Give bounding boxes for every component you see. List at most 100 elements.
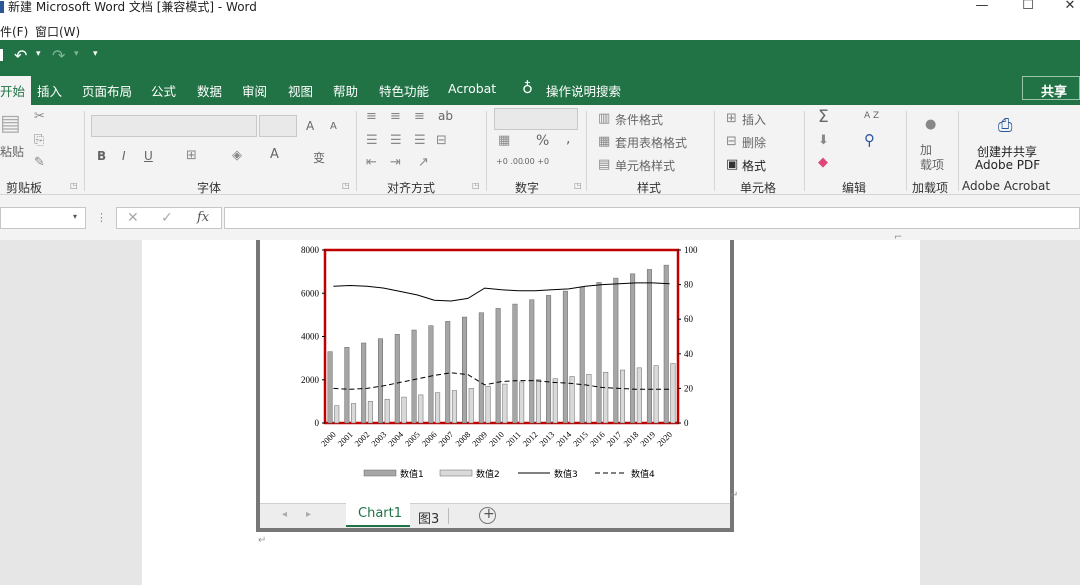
tell-me-search[interactable]: 操作说明搜索 <box>546 81 621 100</box>
minimize-button[interactable]: — <box>972 0 992 14</box>
tab-formulas[interactable]: 公式 <box>151 81 176 100</box>
tab-home[interactable]: 开始 <box>0 76 32 105</box>
shrink-font-button[interactable]: A <box>330 121 337 132</box>
tab-divider <box>448 508 449 524</box>
wrap-text-button[interactable]: ab <box>438 109 453 123</box>
clear-icon[interactable]: ◆ <box>818 155 828 170</box>
format-painter-icon[interactable]: ✎ <box>34 155 45 170</box>
conditional-format-button[interactable]: 条件格式 <box>615 111 663 128</box>
format-cells-button[interactable]: 格式 <box>742 157 766 174</box>
accounting-format-icon[interactable]: ▦ <box>498 133 510 148</box>
left-axis-tick-label: 4000 <box>301 332 320 342</box>
paste-label[interactable]: 粘贴 <box>0 143 24 160</box>
grow-font-button[interactable]: A <box>306 119 314 133</box>
sheet-nav-next-icon[interactable]: ▸ <box>306 509 311 520</box>
percent-button[interactable]: % <box>536 133 549 149</box>
tab-insert[interactable]: 插入 <box>37 81 62 100</box>
tab-special-features[interactable]: 特色功能 <box>379 81 429 100</box>
pdf-share-icon[interactable]: ⎙ <box>998 115 1012 136</box>
sheet-nav-prev-icon[interactable]: ◂ <box>282 509 287 520</box>
align-top-icon[interactable]: ≡ <box>366 109 377 124</box>
find-select-icon[interactable]: ⚲ <box>864 131 875 149</box>
align-middle-icon[interactable]: ≡ <box>390 109 401 124</box>
save-icon[interactable] <box>0 49 3 61</box>
bar-数值1 <box>663 264 669 424</box>
decrease-indent-icon[interactable]: ⇤ <box>366 155 377 170</box>
tab-help[interactable]: 帮助 <box>333 81 358 100</box>
number-launcher-icon[interactable]: ◳ <box>574 181 582 190</box>
tab-review[interactable]: 审阅 <box>242 81 267 100</box>
insert-cells-button[interactable]: 插入 <box>742 111 766 128</box>
paste-icon[interactable]: ▤ <box>0 111 21 136</box>
addins-button[interactable]: 加 载项 <box>920 143 944 173</box>
embedded-chart-object[interactable]: 0 2000 4000 6000 8000 0 20 40 60 80 100 2000 2001 200… <box>256 240 734 532</box>
formula-buttons: ✕ ✓ fx <box>116 207 222 229</box>
tab-view[interactable]: 视图 <box>288 81 313 100</box>
clipboard-launcher-icon[interactable]: ◳ <box>70 181 78 190</box>
align-left-icon[interactable]: ☰ <box>366 133 378 148</box>
x-tick-label: 2020 <box>655 429 674 448</box>
underline-button[interactable]: U <box>144 149 153 163</box>
fill-icon[interactable]: ⬇ <box>818 133 829 148</box>
cancel-icon[interactable]: ✕ <box>127 210 139 226</box>
sort-filter-button[interactable]: A Z <box>864 111 879 121</box>
sheet-tab-chart1[interactable]: Chart1 <box>346 503 410 527</box>
menu-item-file[interactable]: 件(F) <box>0 23 28 40</box>
font-launcher-icon[interactable]: ◳ <box>342 181 350 190</box>
number-format-select[interactable] <box>494 108 578 130</box>
addins-icon[interactable]: ● <box>925 117 936 132</box>
orientation-icon[interactable]: ↗ <box>418 155 429 170</box>
share-button[interactable]: 共享 <box>1022 76 1080 100</box>
add-sheet-button[interactable]: + <box>479 506 496 524</box>
menu-item-window[interactable]: 窗口(W) <box>35 23 80 40</box>
maximize-button[interactable]: ☐ <box>1018 0 1038 14</box>
create-pdf-line2[interactable]: Adobe PDF <box>975 158 1040 172</box>
autosum-button[interactable]: Σ <box>818 107 829 127</box>
customize-qat-icon[interactable]: ▾ <box>93 49 98 59</box>
bar-数值1 <box>478 312 484 424</box>
redo-dropdown-icon[interactable]: ▾ <box>74 49 79 59</box>
enter-icon[interactable]: ✓ <box>161 210 173 226</box>
group-separator <box>714 111 715 191</box>
insert-function-icon[interactable]: fx <box>197 210 209 225</box>
decrease-decimal-button[interactable]: .00 +0 <box>522 157 549 166</box>
bar-数值1 <box>394 334 400 424</box>
bar-数值1 <box>411 329 417 424</box>
tab-acrobat[interactable]: Acrobat <box>448 81 496 96</box>
cut-icon[interactable]: ✂ <box>34 109 45 124</box>
bold-button[interactable]: B <box>97 149 106 163</box>
phonetic-button[interactable]: 变 <box>313 149 325 166</box>
tab-data[interactable]: 数据 <box>197 81 222 100</box>
cell-styles-button[interactable]: 单元格样式 <box>615 157 675 174</box>
name-box[interactable]: ▾ <box>0 207 86 229</box>
copy-icon[interactable]: ⎘ <box>34 133 44 148</box>
align-bottom-icon[interactable]: ≡ <box>414 109 425 124</box>
format-as-table-button[interactable]: 套用表格格式 <box>615 134 687 151</box>
font-size-select[interactable] <box>259 115 297 137</box>
close-button[interactable]: ✕ <box>1060 0 1080 14</box>
namebox-dropdown-icon[interactable]: ▾ <box>73 212 77 221</box>
redo-icon[interactable]: ↷ <box>52 46 65 65</box>
undo-icon[interactable]: ↶ <box>14 46 27 65</box>
undo-dropdown-icon[interactable]: ▾ <box>36 49 41 59</box>
border-icon[interactable]: ⊞ <box>186 148 197 163</box>
fill-color-icon[interactable]: ◈ <box>232 148 242 163</box>
tab-page-layout[interactable]: 页面布局 <box>82 81 132 100</box>
font-name-select[interactable] <box>91 115 257 137</box>
bar-数值1 <box>613 277 619 424</box>
formula-input[interactable] <box>224 207 1080 229</box>
sheet-tab-fig3[interactable]: 图3 <box>418 508 439 527</box>
delete-cells-button[interactable]: 删除 <box>742 134 766 151</box>
align-right-icon[interactable]: ☰ <box>414 133 426 148</box>
merge-center-icon[interactable]: ⊟ <box>436 133 447 148</box>
italic-button[interactable]: I <box>122 149 126 163</box>
quick-access-toolbar: ↶ ▾ ↷ ▾ ▾ <box>0 40 1080 72</box>
alignment-launcher-icon[interactable]: ◳ <box>472 181 480 190</box>
bar-数值2 <box>636 367 642 424</box>
increase-indent-icon[interactable]: ⇥ <box>390 155 401 170</box>
bar-数值2 <box>435 392 441 424</box>
increase-decimal-button[interactable]: +0 .00 <box>496 157 523 166</box>
comma-button[interactable]: , <box>566 131 570 147</box>
align-center-icon[interactable]: ☰ <box>390 133 402 148</box>
font-color-button[interactable]: A <box>270 147 279 162</box>
